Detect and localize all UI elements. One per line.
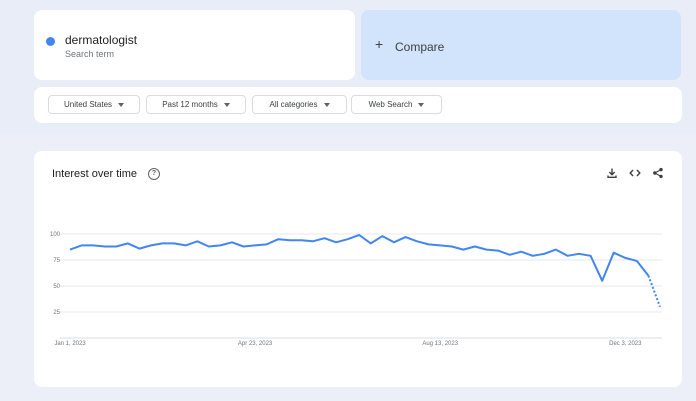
- interest-over-time-card: Interest over time ? 25 50 75 100 Jan 1, 20…: [34, 151, 682, 387]
- interest-line-chart: 25 50 75 100 Jan 1, 2023 Apr 23, 2023 Aug 13,…: [50, 232, 662, 347]
- y-tick-label-50: 50: [53, 284, 60, 290]
- search-term-card[interactable]: dermatologist Search term: [34, 10, 355, 80]
- chart-grid: [60, 233, 662, 339]
- term-color-dot: [46, 37, 55, 46]
- filter-search-type[interactable]: Web Search: [351, 95, 442, 114]
- filter-time-range-label: Past 12 months: [162, 100, 218, 109]
- x-axis-ticks: Jan 1, 2023 Apr 23, 2023 Aug 13, 2023 Dec 3…: [54, 341, 642, 347]
- x-tick-label: Jan 1, 2023: [54, 341, 86, 347]
- filter-time-range[interactable]: Past 12 months: [146, 95, 246, 114]
- filter-category[interactable]: All categories: [252, 95, 347, 114]
- x-tick-label: Apr 23, 2023: [238, 341, 273, 347]
- compare-button[interactable]: + Compare: [361, 10, 681, 80]
- y-axis-ticks: 25 50 75 100: [50, 232, 61, 316]
- x-tick-label: Dec 3, 2023: [609, 341, 642, 347]
- series-lines: [69, 234, 661, 308]
- filter-search-type-label: Web Search: [368, 100, 413, 109]
- series-line-solid: [69, 234, 650, 282]
- series-line-partial: [647, 275, 661, 308]
- compare-label: Compare: [395, 40, 445, 54]
- plus-icon: +: [375, 36, 384, 52]
- y-tick-label-100: 100: [50, 232, 61, 238]
- y-tick-label-75: 75: [53, 258, 60, 264]
- caret-down-icon: [223, 102, 230, 107]
- caret-down-icon: [118, 102, 125, 107]
- caret-down-icon: [323, 102, 330, 107]
- search-term-name[interactable]: dermatologist: [65, 33, 137, 47]
- filter-category-label: All categories: [269, 100, 318, 109]
- y-tick-label-25: 25: [53, 310, 60, 316]
- filter-region-label: United States: [63, 100, 113, 109]
- caret-down-icon: [418, 102, 425, 107]
- filter-region[interactable]: United States: [48, 95, 140, 114]
- search-term-subtitle: Search term: [65, 49, 115, 59]
- filter-bar: United States Past 12 months All categor…: [34, 87, 682, 123]
- x-tick-label: Aug 13, 2023: [422, 341, 458, 347]
